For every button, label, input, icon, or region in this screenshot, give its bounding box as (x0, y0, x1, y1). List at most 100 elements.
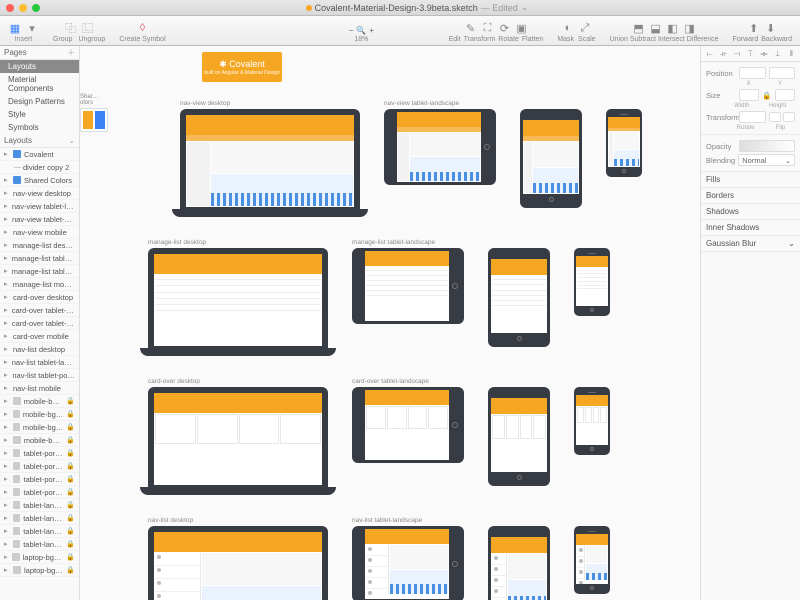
align-center-v-icon[interactable]: ⟚ (759, 49, 769, 59)
disclosure-icon[interactable]: — (14, 164, 20, 171)
disclosure-icon[interactable]: ▸ (4, 202, 9, 210)
layer-row[interactable]: ▸mobile-bg l…🔒 (0, 408, 79, 421)
artboard-mobile[interactable] (606, 109, 642, 177)
zoom-out-icon[interactable]: − (349, 26, 354, 35)
align-left-icon[interactable]: ⟝ (705, 49, 715, 59)
disclosure-icon[interactable]: ▸ (4, 280, 10, 288)
layer-row[interactable]: ▸manage-list mobile (0, 278, 79, 291)
lock-icon[interactable]: 🔒 (66, 475, 75, 483)
lock-icon[interactable]: 🔒 (66, 566, 75, 574)
distribute-icon[interactable]: ⫴ (786, 49, 796, 59)
layer-row[interactable]: ▸tablet-land…🔒 (0, 512, 79, 525)
page-item[interactable]: Symbols (0, 121, 79, 134)
gaussian-blur-section[interactable]: Gaussian Blur⌄ (701, 236, 800, 252)
lock-aspect-icon[interactable]: 🔒 (762, 91, 771, 100)
disclosure-icon[interactable]: ▸ (4, 267, 9, 275)
page-item[interactable]: Layouts (0, 60, 79, 73)
layer-row[interactable]: ▸nav-view tablet-portrait (0, 213, 79, 226)
mask-icon[interactable]: ◐ (561, 21, 575, 35)
disclosure-icon[interactable]: ▸ (4, 449, 10, 457)
close-window-button[interactable] (6, 4, 14, 12)
disclosure-icon[interactable]: ▸ (4, 488, 10, 496)
rotate-icon[interactable]: ⟳ (497, 21, 511, 35)
layers-chevron-icon[interactable]: ⌄ (68, 136, 75, 145)
layer-row[interactable]: ▸laptop-bg n…🔒 (0, 551, 79, 564)
layer-row[interactable]: —divider copy 2 (0, 161, 79, 174)
flip-v-button[interactable] (783, 112, 795, 122)
zoom-in-icon[interactable]: + (369, 26, 374, 35)
disclosure-icon[interactable]: ▸ (4, 332, 10, 340)
layer-row[interactable]: ▸card-over mobile (0, 330, 79, 343)
disclosure-icon[interactable]: ▸ (4, 540, 10, 548)
layer-row[interactable]: ▸tablet-port…🔒 (0, 447, 79, 460)
layer-row[interactable]: ▸nav-list desktop (0, 343, 79, 356)
artboard-tablet-landscape[interactable] (352, 526, 464, 600)
ungroup-icon[interactable]: ⿺ (81, 21, 95, 35)
layer-row[interactable]: ▸nav-view tablet-lands… (0, 200, 79, 213)
rotate-input[interactable] (739, 111, 766, 123)
flip-h-button[interactable] (769, 112, 781, 122)
create-symbol-button[interactable]: ◊ Create Symbol (119, 21, 165, 43)
width-input[interactable] (739, 89, 759, 101)
layer-row[interactable]: ▸manage-list desktop (0, 239, 79, 252)
group-icon[interactable]: ⿻ (64, 21, 78, 35)
disclosure-icon[interactable]: ▸ (4, 423, 10, 431)
lock-icon[interactable]: 🔒 (66, 553, 75, 561)
disclosure-icon[interactable]: ▸ (4, 553, 9, 561)
artboard-desktop[interactable] (180, 109, 360, 217)
lock-icon[interactable]: 🔒 (66, 527, 75, 535)
zoom-window-button[interactable] (32, 4, 40, 12)
disclosure-icon[interactable]: ▸ (4, 358, 9, 366)
disclosure-icon[interactable]: ▸ (4, 215, 9, 223)
layer-row[interactable]: ▸card-over desktop (0, 291, 79, 304)
align-center-h-icon[interactable]: ⟛ (718, 49, 728, 59)
disclosure-icon[interactable]: ▸ (4, 475, 10, 483)
artboard-tablet-portrait[interactable] (488, 248, 550, 347)
disclosure-icon[interactable]: ▸ (4, 189, 10, 197)
disclosure-icon[interactable]: ▸ (4, 150, 10, 158)
layer-row[interactable]: ▸laptop-bg…🔒 (0, 564, 79, 577)
add-page-button[interactable]: ＋ (67, 47, 75, 58)
layer-row[interactable]: ▸Covalent (0, 148, 79, 161)
artboard-tablet-landscape[interactable] (352, 248, 464, 324)
disclosure-icon[interactable]: ▸ (4, 436, 10, 444)
disclosure-icon[interactable]: ▸ (4, 462, 10, 470)
align-top-icon[interactable]: ⟙ (745, 49, 755, 59)
disclosure-icon[interactable]: ▸ (4, 254, 9, 262)
inner-shadows-section[interactable]: Inner Shadows (701, 220, 800, 236)
borders-section[interactable]: Borders (701, 188, 800, 204)
layer-row[interactable]: ▸nav-list tablet-portrait (0, 369, 79, 382)
artboard-tablet-landscape[interactable] (352, 387, 464, 463)
lock-icon[interactable]: 🔒 (66, 397, 75, 405)
opacity-slider[interactable] (739, 140, 795, 152)
transform-icon[interactable]: ⛶ (480, 21, 494, 35)
layer-row[interactable]: ▸tablet-port…🔒 (0, 473, 79, 486)
disclosure-icon[interactable]: ▸ (4, 319, 9, 327)
disclosure-icon[interactable]: ▸ (4, 397, 10, 405)
edit-icon[interactable]: ✎ (463, 21, 477, 35)
artboard-desktop[interactable] (148, 387, 328, 495)
subtract-icon[interactable]: ⬓ (649, 21, 663, 35)
union-icon[interactable]: ⬒ (632, 21, 646, 35)
layer-row[interactable]: ▸nav-list tablet-landsca… (0, 356, 79, 369)
lock-icon[interactable]: 🔒 (66, 423, 75, 431)
layer-row[interactable]: ▸manage-list tablet-por… (0, 265, 79, 278)
artboard-mobile[interactable] (574, 387, 610, 455)
lock-icon[interactable]: 🔒 (66, 540, 75, 548)
disclosure-icon[interactable]: ▸ (4, 241, 10, 249)
intersect-icon[interactable]: ◧ (666, 21, 680, 35)
layer-row[interactable]: ▸tablet-land…🔒 (0, 499, 79, 512)
layer-row[interactable]: ▸tablet-port…🔒 (0, 460, 79, 473)
y-input[interactable] (769, 67, 796, 79)
flatten-icon[interactable]: ▣ (514, 21, 528, 35)
scale-icon[interactable]: ⤢ (578, 21, 592, 35)
lock-icon[interactable]: 🔒 (66, 449, 75, 457)
disclosure-icon[interactable]: ▸ (4, 345, 10, 353)
lock-icon[interactable]: 🔒 (66, 501, 75, 509)
layer-row[interactable]: ▸Shared Colors (0, 174, 79, 187)
disclosure-icon[interactable]: ▸ (4, 566, 10, 574)
shadows-section[interactable]: Shadows (701, 204, 800, 220)
lock-icon[interactable]: 🔒 (66, 488, 75, 496)
title-chevron-icon[interactable]: ⌄ (521, 2, 529, 13)
artboard-desktop[interactable] (148, 526, 328, 600)
